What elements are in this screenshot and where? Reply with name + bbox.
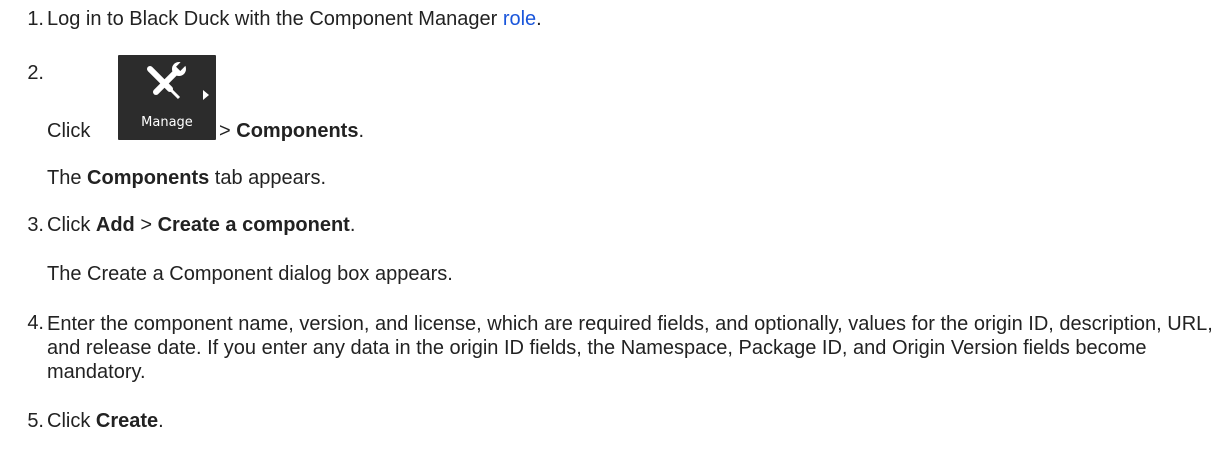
step-1-text: Log in to Black Duck with the Component … bbox=[47, 8, 542, 31]
step-3-create-component: Create a component bbox=[157, 214, 350, 236]
step-5-text: Click Create. bbox=[47, 410, 164, 433]
wrench-screwdriver-icon bbox=[143, 61, 187, 111]
step-2-click-prefix: Click bbox=[47, 120, 91, 142]
step-2-result-prefix: The bbox=[47, 167, 88, 189]
step-2-result: The Components tab appears. bbox=[47, 167, 326, 190]
step-3-separator: > bbox=[134, 214, 158, 236]
step-3-add: Add bbox=[95, 214, 135, 236]
step-5-click-prefix: Click bbox=[47, 410, 96, 432]
step-3-result: The Create a Component dialog box appear… bbox=[47, 263, 453, 285]
step-1-number: 1. bbox=[27, 8, 44, 30]
role-link[interactable]: role bbox=[503, 8, 536, 30]
step-3-number: 3. bbox=[27, 214, 44, 236]
step-5-number: 5. bbox=[27, 410, 44, 432]
step-2-result-bold: Components bbox=[87, 167, 210, 189]
step-2-instruction: > Components. bbox=[219, 120, 364, 143]
manage-button-label: Manage bbox=[141, 115, 193, 130]
step-4-number: 4. bbox=[27, 312, 44, 334]
step-3-text: Click Add > Create a component. bbox=[47, 214, 355, 237]
step-1-text-before: Log in to Black Duck with the Component … bbox=[47, 8, 503, 30]
step-3-end: . bbox=[349, 214, 356, 236]
step-2-end: . bbox=[358, 120, 365, 142]
step-5-end: . bbox=[158, 410, 164, 432]
step-4-text: Enter the component name, version, and l… bbox=[47, 313, 1213, 383]
step-5-target: Create bbox=[95, 410, 159, 432]
manage-menu-button[interactable]: Manage bbox=[118, 55, 216, 140]
step-2-number: 2. bbox=[27, 62, 44, 84]
submenu-arrow-icon bbox=[203, 83, 209, 106]
step-3-click-prefix: Click bbox=[47, 214, 96, 236]
step-1-text-after: . bbox=[536, 8, 542, 30]
step-2-target: Components bbox=[236, 120, 359, 142]
step-2-separator: > bbox=[219, 120, 237, 142]
step-2-result-rest: tab appears. bbox=[209, 167, 326, 189]
